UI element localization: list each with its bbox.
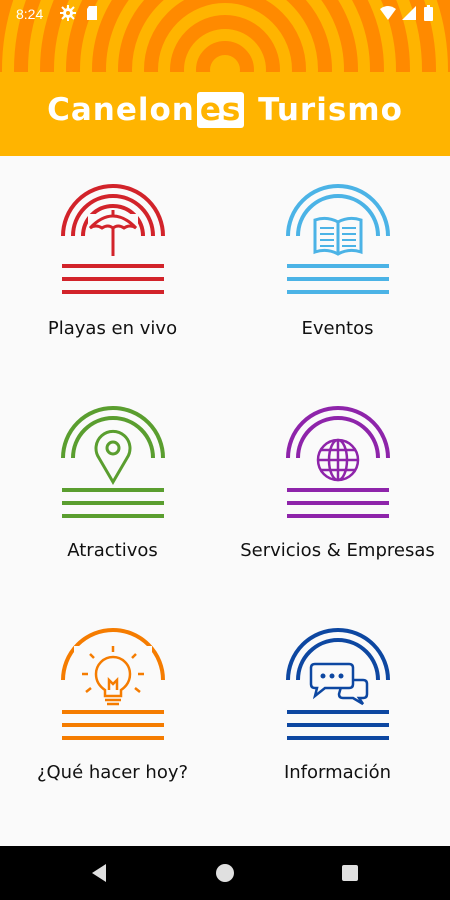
home-icon[interactable] [213,861,237,885]
menu-item-servicios-empresas[interactable]: Servicios & Empresas [225,378,450,600]
menu-item-playas-en-vivo[interactable]: Playas en vivo [0,156,225,378]
status-time: 8:24 [16,6,44,22]
chat-bubbles-icon [286,628,390,740]
app-brand-logo: Canelon es Turismo [0,92,450,128]
brand-text-boxed: es [196,92,245,128]
menu-grid: Playas en vivo Eventos Atractivos Servic… [0,156,450,846]
menu-item-informacion[interactable]: Información [225,600,450,822]
recents-icon[interactable] [338,861,362,885]
sd-card-icon [87,6,97,20]
location-pin-icon [61,406,165,518]
system-nav-bar [0,846,450,900]
settings-gear-icon [60,5,76,21]
back-icon[interactable] [88,861,112,885]
menu-item-label: Información [283,762,392,783]
menu-item-label: Servicios & Empresas [240,540,435,561]
menu-item-label: Eventos [301,318,374,339]
app-header: 8:24 Canelon es Turismo [0,0,450,156]
battery-icon [424,5,433,21]
menu-item-atractivos[interactable]: Atractivos [0,378,225,600]
menu-item-que-hacer-hoy[interactable]: ¿Qué hacer hoy? [0,600,225,822]
brand-text-part1: Canelon [47,92,195,128]
wifi-icon [380,6,396,20]
umbrella-icon [61,184,165,294]
menu-item-label: ¿Qué hacer hoy? [36,762,189,783]
menu-item-label: Atractivos [67,540,158,561]
globe-icon [286,406,390,518]
book-icon [286,184,390,294]
status-bar: 8:24 [0,0,450,30]
brand-text-part2: Turismo [246,92,403,128]
lightbulb-icon [61,628,165,740]
signal-icon [402,6,416,20]
menu-item-eventos[interactable]: Eventos [225,156,450,378]
menu-item-label: Playas en vivo [47,318,178,339]
